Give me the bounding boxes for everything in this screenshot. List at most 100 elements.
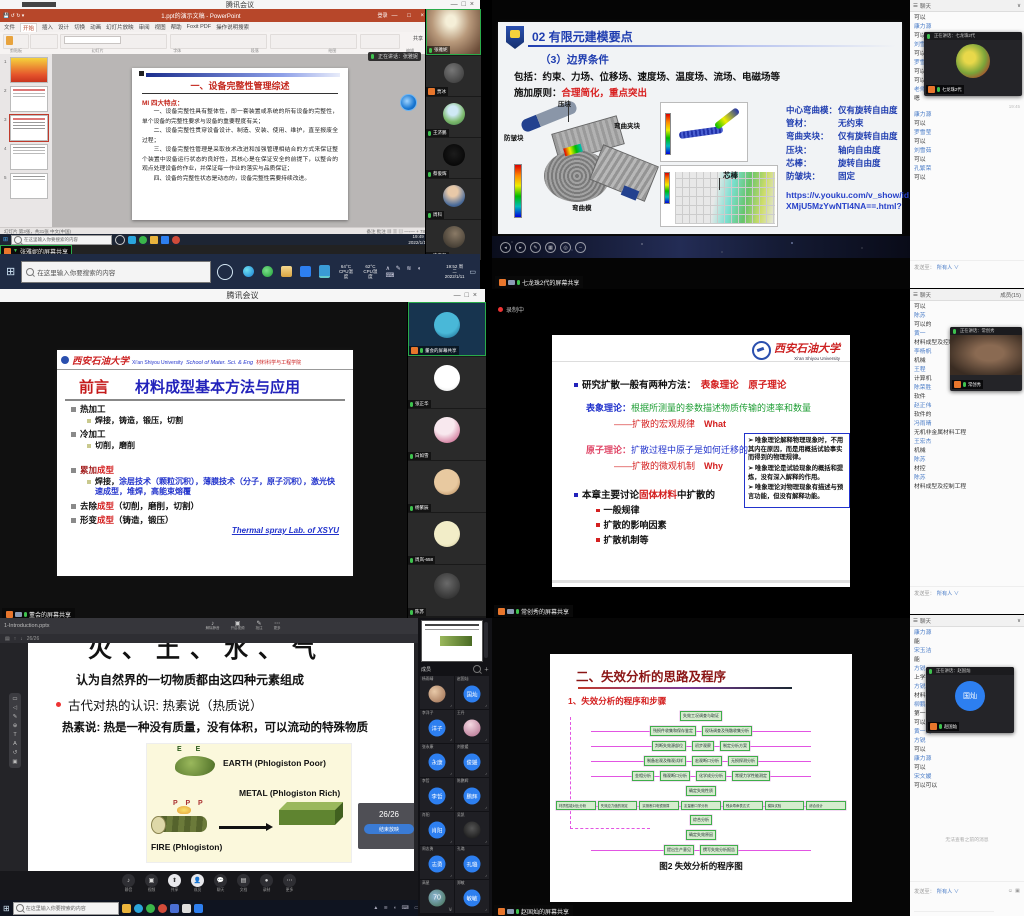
zoom-button[interactable]: ◎ [560, 242, 571, 253]
members-tab[interactable]: 成员(15) [1000, 291, 1021, 299]
more-button[interactable]: – [575, 242, 586, 253]
tray-icons[interactable]: ∧ ✎ ≋ ◖ ⌨ [386, 265, 437, 279]
member-cell[interactable]: 张永康 永康 ♪ [420, 744, 454, 777]
laser-tool-icon[interactable]: ◁ [13, 705, 17, 711]
app-icon[interactable] [158, 904, 167, 913]
participant-tile[interactable]: 周科 [426, 179, 481, 219]
notification-icon[interactable]: ▭ [469, 268, 476, 276]
app-icon2[interactable] [182, 904, 191, 913]
word-icon[interactable] [170, 904, 179, 913]
sendto-target[interactable]: 所有人 ∨ [937, 264, 959, 271]
participant-tile[interactable]: 周岚-658 [408, 513, 486, 564]
panel-collapse-icon[interactable]: ∨ [448, 906, 452, 913]
text-tool-icon[interactable]: T [13, 732, 16, 738]
window-controls[interactable]: —□× [451, 1, 478, 8]
participant-tile[interactable]: 陈苏 [408, 565, 486, 616]
search-icon[interactable] [473, 665, 481, 673]
participant-tile[interactable]: 张雅妮 [426, 9, 481, 55]
shape-tool-icon[interactable]: A [13, 741, 17, 747]
member-cell[interactable]: 郑敏 敏敏 ♪ [455, 880, 489, 913]
emoji-icon[interactable]: ☺ [1008, 888, 1013, 894]
dept-en: School of Mater. Sci. & Eng [186, 360, 253, 366]
wechat-icon[interactable] [146, 904, 155, 913]
dock-button[interactable]: ♪静音 [122, 874, 135, 893]
active-speaker-overlay[interactable]: 正在讲话：七龙珠2代 七龙珠2代 [924, 32, 1022, 96]
presenter-tool[interactable]: ✎批注 [253, 621, 266, 631]
folder-icon[interactable] [122, 904, 131, 913]
member-cell[interactable]: 李洋子 洋子 ♪ [420, 710, 454, 743]
collapse-icon[interactable]: ∨ [1017, 3, 1021, 9]
participant-tile-sharing[interactable]: 董会的屏幕共享 [408, 302, 486, 356]
sendto-target[interactable]: 所有人 ∨ [937, 590, 959, 597]
member-cell[interactable]: 刘俊媛 俊媛 ♪ [455, 744, 489, 777]
dock-button[interactable]: 👤成员 [191, 874, 204, 893]
pen-button[interactable]: ✎ [530, 242, 541, 253]
page-down-icon[interactable]: ↓ [20, 636, 23, 642]
tray-icons[interactable]: ▲ ≋ ◖ ⌨ ▭ [373, 905, 421, 911]
highlight-tool-icon[interactable]: ⊕ [13, 723, 18, 729]
taskbar-search[interactable]: 在这里输入你要搜索的内容 [21, 261, 211, 283]
member-cell[interactable]: 陈鹏辉 鹏辉 ♪ [455, 778, 489, 811]
meeting-app-icon[interactable] [194, 904, 203, 913]
chat-tab[interactable]: 聊天 [920, 617, 931, 625]
member-cell[interactable]: 肖阳 肖阳 ♪ [420, 812, 454, 845]
layout-icon[interactable]: ▤ [5, 636, 10, 642]
dock-button[interactable]: 💬聊天 [214, 874, 227, 893]
next-button[interactable]: ▸ [515, 242, 526, 253]
active-speaker-overlay[interactable]: 正在讲话：赵国灿 国灿 赵国灿 [926, 667, 1014, 733]
window-controls[interactable]: —□× [454, 292, 481, 299]
edge-icon[interactable] [243, 266, 254, 277]
start-button[interactable]: ⊞ [6, 265, 15, 278]
member-cell[interactable]: 李哲 李哲 ♪ [420, 778, 454, 811]
chat-tab[interactable]: 聊天 [920, 291, 931, 299]
presenter-tool[interactable]: ♪解除静音 [203, 621, 223, 631]
collapse-icon[interactable]: ∨ [1017, 618, 1021, 624]
member-tab[interactable]: 成员 [421, 666, 431, 673]
page-up-icon[interactable]: ↑ [14, 636, 17, 642]
edge-icon[interactable] [134, 904, 143, 913]
eraser-tool-icon[interactable]: ▣ [12, 759, 17, 765]
add-member-icon[interactable]: ＋ [484, 666, 489, 673]
page-overlay-button[interactable]: 结束放映 [364, 824, 414, 834]
member-cell[interactable]: 孔璐 孔璐 ♪ [455, 846, 489, 879]
member-cell[interactable]: 杨雨晴 ♪ [420, 676, 454, 709]
member-cell[interactable]: 王丹 ♪ [455, 710, 489, 743]
image-icon[interactable]: ▣ [1015, 888, 1020, 894]
taskbar-search[interactable]: 在这里输入你要搜索的内容 [13, 902, 119, 915]
slide-preview-thumb[interactable] [421, 620, 483, 662]
member-cell[interactable]: 吴凯 ♪ [455, 812, 489, 845]
participant-tile[interactable]: 白如雪 [408, 409, 486, 460]
member-cell[interactable]: 赵国灿 国灿 ♪ [455, 676, 489, 709]
chat-input[interactable] [914, 903, 994, 912]
chat-tab[interactable]: 聊天 [920, 2, 931, 10]
dock-button[interactable]: ⋯更多 [283, 874, 296, 893]
participant-tile[interactable]: 张正华 [408, 357, 486, 408]
eraser-button[interactable]: ▦ [545, 242, 556, 253]
member-cell[interactable]: 周志勇 志勇 ♪ [420, 846, 454, 879]
participant-tile[interactable]: 王济鹏 [426, 97, 481, 137]
select-tool-icon[interactable]: ▭ [12, 696, 17, 702]
camera-app-icon[interactable] [319, 265, 330, 278]
presenter-tool[interactable]: ⋯更多 [271, 621, 284, 631]
participant-tile[interactable]: 贾冰 [426, 56, 481, 96]
dock-button[interactable]: ●录制 [260, 874, 273, 893]
prev-button[interactable]: ◂ [500, 242, 511, 253]
participant-tile[interactable]: 蔡俊辉 [426, 138, 481, 178]
active-speaker-overlay[interactable]: 正在讲话：常创秀 常创秀 [950, 327, 1022, 391]
pen-tool-icon[interactable]: ✎ [13, 714, 18, 720]
dock-button[interactable]: ▣视频 [145, 874, 158, 893]
explorer-icon[interactable] [281, 266, 292, 277]
clock[interactable]: 19:52 周二2022/1/11 [444, 264, 465, 280]
start-button[interactable]: ⊞ [3, 904, 10, 913]
wechat-icon[interactable] [262, 266, 273, 277]
dock-button[interactable]: ⬆共享 [168, 874, 181, 893]
cortana-button[interactable] [217, 264, 233, 280]
presenter-tool[interactable]: ▣开启视频 [228, 621, 248, 631]
sendto-target[interactable]: 所有人 ∨ [937, 888, 959, 895]
thumb-scrollbar[interactable] [484, 622, 488, 658]
close-icon[interactable]: × [358, 803, 414, 810]
participant-tile[interactable]: 杨繁辰 [408, 461, 486, 512]
meeting-app-icon[interactable] [300, 266, 311, 277]
undo-tool-icon[interactable]: ↺ [13, 750, 18, 756]
dock-button[interactable]: ▤文档 [237, 874, 250, 893]
